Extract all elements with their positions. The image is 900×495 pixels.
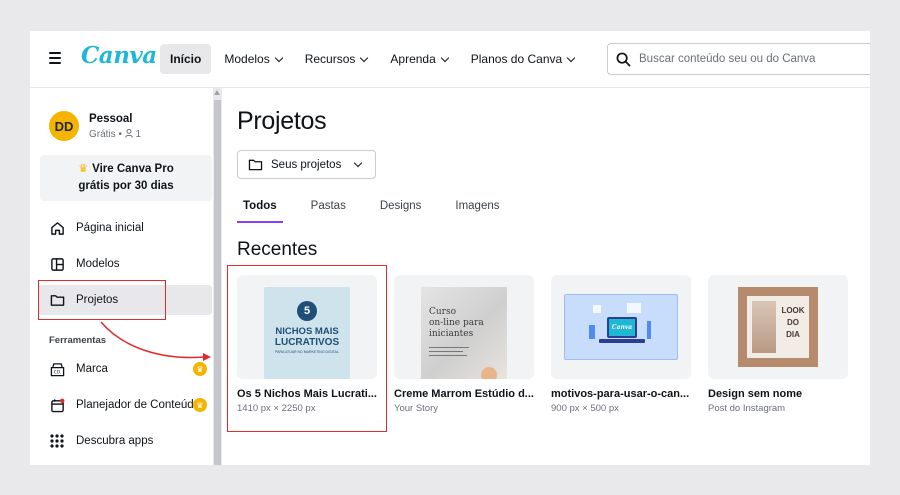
chevron-down-icon	[440, 53, 450, 62]
account-details: Grátis • 1	[89, 128, 142, 140]
recent-section-title: Recentes	[237, 239, 318, 260]
apps-icon	[49, 433, 65, 449]
design-size: 900 px × 500 px	[551, 403, 619, 414]
dropdown-label: Seus projetos	[271, 158, 342, 171]
crown-icon: ♛	[78, 163, 89, 175]
sidebar-item-discover-apps[interactable]: Descubra apps	[38, 426, 212, 456]
menu-icon[interactable]	[49, 52, 61, 64]
promo-line-1: Vire Canva Pro	[92, 163, 174, 175]
annotation-arrow	[100, 321, 211, 361]
thumb-line-3: iniciantes	[429, 329, 474, 339]
sidebar: DD Pessoal Grátis • 1 ♛ Vire Canva Pro gr…	[30, 88, 212, 465]
design-thumbnail[interactable]: Curso on-line para iniciantes	[394, 275, 534, 379]
nav-aprenda[interactable]: Aprenda	[380, 44, 457, 74]
sidebar-item-label: Modelos	[76, 258, 120, 270]
design-title[interactable]: Creme Marrom Estúdio d...	[394, 388, 534, 400]
sidebar-item-content-planner[interactable]: Planejador de Conteúd	[38, 390, 212, 420]
thumb-line-1: Curso	[429, 307, 457, 317]
design-title[interactable]: motivos-para-usar-o-can...	[551, 388, 691, 400]
nav-label: Planos do Canva	[470, 52, 563, 66]
thumb-text: LOOK DO DIA	[779, 305, 807, 341]
thumb-logo: Canva	[607, 317, 637, 338]
svg-text:CO.: CO.	[53, 369, 60, 374]
design-thumbnail[interactable]: LOOK DO DIA	[708, 275, 848, 379]
promo-line-2: grátis por 30 dias	[78, 180, 174, 192]
design-card[interactable]: LOOK DO DIA Design sem nome Post do Inst…	[708, 275, 848, 414]
account-name[interactable]: Pessoal	[89, 113, 132, 125]
sidebar-item-label: Página inicial	[76, 222, 144, 234]
thumb-cover: Canva	[564, 294, 678, 360]
design-title[interactable]: Design sem nome	[708, 388, 848, 400]
design-type: Post do Instagram	[708, 403, 786, 414]
sidebar-item-label: Planejador de Conteúd	[76, 399, 194, 411]
project-tabs: Todos Pastas Designs Imagens	[237, 195, 528, 223]
scroll-up-icon[interactable]	[214, 90, 220, 95]
user-icon	[124, 128, 133, 138]
search-input[interactable]: Buscar conteúdo seu ou do Canva	[607, 43, 870, 75]
thumb-line-1: LOOK	[781, 306, 805, 315]
sidebar-scrollbar[interactable]	[213, 88, 222, 465]
pro-crown-icon: ♛	[193, 398, 207, 412]
nav-label: Modelos	[224, 52, 270, 66]
main-nav: Início Modelos Recursos Aprenda Planos d…	[160, 44, 587, 74]
chevron-down-icon	[566, 53, 576, 62]
search-icon	[616, 52, 631, 66]
chevron-down-icon	[360, 53, 369, 62]
canva-logo[interactable]: Canva	[81, 42, 157, 69]
pro-trial-banner[interactable]: ♛ Vire Canva Pro grátis por 30 dias	[40, 155, 212, 201]
account-members: 1	[135, 129, 142, 140]
avatar[interactable]: DD	[49, 111, 79, 141]
sidebar-item-label: Descubra apps	[76, 435, 154, 447]
projects-filter-dropdown[interactable]: Seus projetos	[237, 150, 376, 179]
design-thumbnail[interactable]: Canva	[551, 275, 691, 379]
nav-inicio[interactable]: Início	[160, 44, 212, 74]
sidebar-item-home[interactable]: Página inicial	[38, 213, 212, 243]
thumb-line-3: DIA	[786, 330, 800, 339]
page-title: Projetos	[237, 107, 327, 135]
design-type: Your Story	[394, 403, 439, 414]
design-card[interactable]: Canva motivos-para-usar-o-can... 900 px …	[551, 275, 691, 414]
canva-window: Canva Início Modelos Recursos Aprenda Pl…	[30, 31, 870, 465]
search-placeholder: Buscar conteúdo seu ou do Canva	[639, 53, 816, 65]
thumb-line-2: DO	[787, 318, 799, 327]
nav-recursos[interactable]: Recursos	[295, 44, 378, 74]
account-plan: Grátis	[89, 129, 116, 140]
tab-designs[interactable]: Designs	[374, 195, 428, 223]
highlight-projects-box	[38, 280, 166, 320]
nav-label: Recursos	[304, 52, 356, 66]
nav-modelos[interactable]: Modelos	[214, 44, 291, 74]
thumb-cover: LOOK DO DIA	[738, 287, 818, 367]
calendar-icon	[49, 397, 65, 413]
thumb-line-2: on-line para	[429, 318, 484, 328]
home-icon	[49, 220, 65, 236]
chevron-down-icon	[274, 53, 283, 62]
top-bar: Canva Início Modelos Recursos Aprenda Pl…	[30, 31, 870, 88]
tab-pastas[interactable]: Pastas	[305, 195, 352, 223]
brand-icon: CO.	[49, 361, 65, 377]
nav-label: Início	[170, 52, 202, 66]
templates-icon	[49, 256, 65, 272]
tab-todos[interactable]: Todos	[237, 195, 283, 223]
thumb-cover: Curso on-line para iniciantes	[421, 287, 507, 379]
folder-icon	[248, 159, 263, 171]
highlight-card-box	[227, 265, 387, 432]
chevron-down-icon	[354, 158, 363, 168]
scroll-thumb[interactable]	[214, 100, 221, 465]
nav-label: Aprenda	[390, 52, 436, 66]
design-card[interactable]: Curso on-line para iniciantes Creme Marr…	[394, 275, 534, 414]
sidebar-item-templates[interactable]: Modelos	[38, 249, 212, 279]
tab-imagens[interactable]: Imagens	[449, 195, 505, 223]
nav-planos[interactable]: Planos do Canva	[461, 44, 584, 74]
